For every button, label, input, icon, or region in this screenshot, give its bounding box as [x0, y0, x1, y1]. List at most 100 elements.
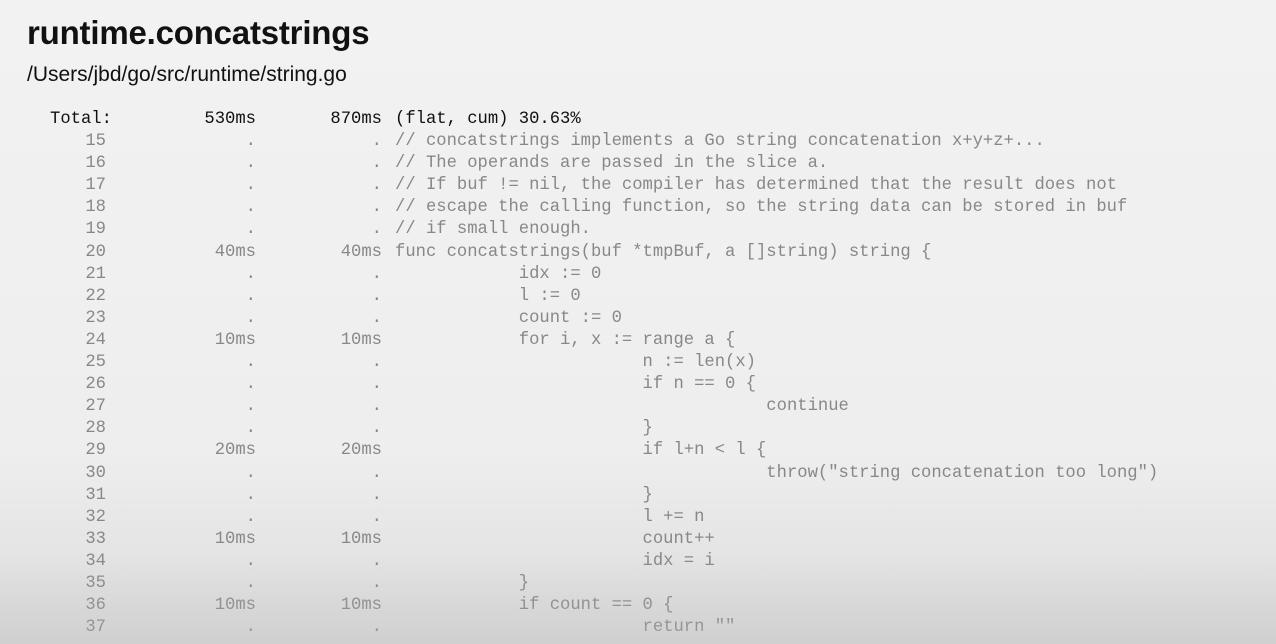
cum-time: . — [371, 264, 382, 284]
cum-time: 10ms — [340, 330, 382, 350]
code-text: n := len(x) — [395, 353, 756, 373]
line-number: 18 — [85, 198, 106, 218]
source-line: 19.. // if small enough. — [0, 219, 1276, 241]
flat-time: . — [245, 463, 256, 483]
source-line: 28.. } — [0, 418, 1276, 440]
total-cum: 870ms — [330, 110, 382, 129]
cum-time: . — [371, 176, 382, 196]
source-line: 37.. return "" — [0, 617, 1276, 639]
flat-time: . — [245, 507, 256, 527]
file-path: /Users/jbd/go/src/runtime/string.go — [27, 63, 347, 86]
line-number: 32 — [85, 507, 106, 527]
flat-time: . — [245, 264, 256, 284]
code-text: idx = i — [395, 551, 715, 571]
flat-time: . — [245, 618, 256, 638]
line-number: 21 — [85, 264, 106, 284]
flat-time: . — [245, 551, 256, 571]
cum-time: . — [371, 353, 382, 373]
source-line: 33 10ms 10ms count++ — [0, 529, 1276, 551]
source-line: 31.. } — [0, 485, 1276, 507]
code-text: if n == 0 { — [395, 375, 756, 395]
total-summary: (flat, cum) 30.63% — [395, 110, 581, 129]
source-line: 22.. l := 0 — [0, 286, 1276, 308]
line-number: 23 — [85, 308, 106, 328]
line-number: 20 — [85, 242, 106, 262]
line-number: 25 — [85, 353, 106, 373]
source-listing: Total: 530ms 870ms (flat, cum) 30.63% 15… — [0, 109, 1276, 639]
line-number: 37 — [85, 618, 106, 638]
code-text: for i, x := range a { — [395, 330, 736, 350]
source-line: 25.. n := len(x) — [0, 352, 1276, 374]
code-text: if l+n < l { — [395, 441, 767, 461]
flat-time: . — [245, 154, 256, 174]
flat-time: 10ms — [214, 596, 256, 616]
flat-time: . — [245, 353, 256, 373]
cum-time: . — [371, 132, 382, 152]
code-text: return "" — [395, 618, 736, 638]
line-number: 24 — [85, 330, 106, 350]
code-text: // escape the calling function, so the s… — [395, 198, 1128, 218]
cum-time: . — [371, 551, 382, 571]
source-line: 16.. // The operands are passed in the sl… — [0, 153, 1276, 175]
cum-time: . — [371, 375, 382, 395]
code-text: } — [395, 485, 653, 505]
flat-time: 10ms — [214, 529, 256, 549]
source-line: 35.. } — [0, 573, 1276, 595]
flat-time: . — [245, 132, 256, 152]
total-flat: 530ms — [204, 110, 256, 129]
line-number: 19 — [85, 220, 106, 240]
source-line: 21.. idx := 0 — [0, 264, 1276, 286]
cum-time: . — [371, 463, 382, 483]
line-number: 26 — [85, 375, 106, 395]
cum-time: . — [371, 220, 382, 240]
cum-time: . — [371, 286, 382, 306]
flat-time: . — [245, 375, 256, 395]
line-number: 16 — [85, 154, 106, 174]
flat-time: . — [245, 308, 256, 328]
code-text: } — [395, 573, 530, 593]
total-label: Total: — [50, 110, 112, 129]
flat-time: . — [245, 573, 256, 593]
cum-time: . — [371, 397, 382, 417]
flat-time: . — [245, 397, 256, 417]
cum-time: . — [371, 154, 382, 174]
page-title: runtime.concatstrings — [27, 14, 370, 51]
flat-time: 20ms — [214, 441, 256, 461]
source-line: 23.. count := 0 — [0, 308, 1276, 330]
line-number: 28 — [85, 419, 106, 439]
flat-time: 40ms — [214, 242, 256, 262]
source-line: 36 10ms 10ms if count == 0 { — [0, 595, 1276, 617]
flat-time: . — [245, 198, 256, 218]
source-line: 32.. l += n — [0, 507, 1276, 529]
code-text: func concatstrings(buf *tmpBuf, a []stri… — [395, 242, 932, 262]
flat-time: . — [245, 286, 256, 306]
cum-time: 10ms — [340, 529, 382, 549]
line-number: 22 — [85, 286, 106, 306]
source-line: 15.. // concatstrings implements a Go str… — [0, 131, 1276, 153]
code-text: // The operands are passed in the slice … — [395, 154, 829, 174]
code-text: count := 0 — [395, 308, 622, 328]
cum-time: . — [371, 618, 382, 638]
flat-time: . — [245, 419, 256, 439]
line-number: 31 — [85, 485, 106, 505]
source-line: 24 10ms 10ms for i, x := range a { — [0, 330, 1276, 352]
line-number: 17 — [85, 176, 106, 196]
line-number: 27 — [85, 397, 106, 417]
cum-time: . — [371, 308, 382, 328]
code-text: idx := 0 — [395, 264, 602, 284]
line-number: 33 — [85, 529, 106, 549]
code-text: l := 0 — [395, 286, 581, 306]
cum-time: . — [371, 485, 382, 505]
code-text: l += n — [395, 507, 705, 527]
code-text: count++ — [395, 529, 715, 549]
total-row: Total: 530ms 870ms (flat, cum) 30.63% — [0, 109, 1276, 131]
line-number: 34 — [85, 551, 106, 571]
source-line: 30.. throw("string concatenation too lon… — [0, 463, 1276, 485]
flat-time: . — [245, 176, 256, 196]
source-line: 29 20ms 20ms if l+n < l { — [0, 440, 1276, 462]
code-text: } — [395, 419, 653, 439]
cum-time: 10ms — [340, 596, 382, 616]
flat-time: . — [245, 220, 256, 240]
flat-time: . — [245, 485, 256, 505]
source-line: 34.. idx = i — [0, 551, 1276, 573]
